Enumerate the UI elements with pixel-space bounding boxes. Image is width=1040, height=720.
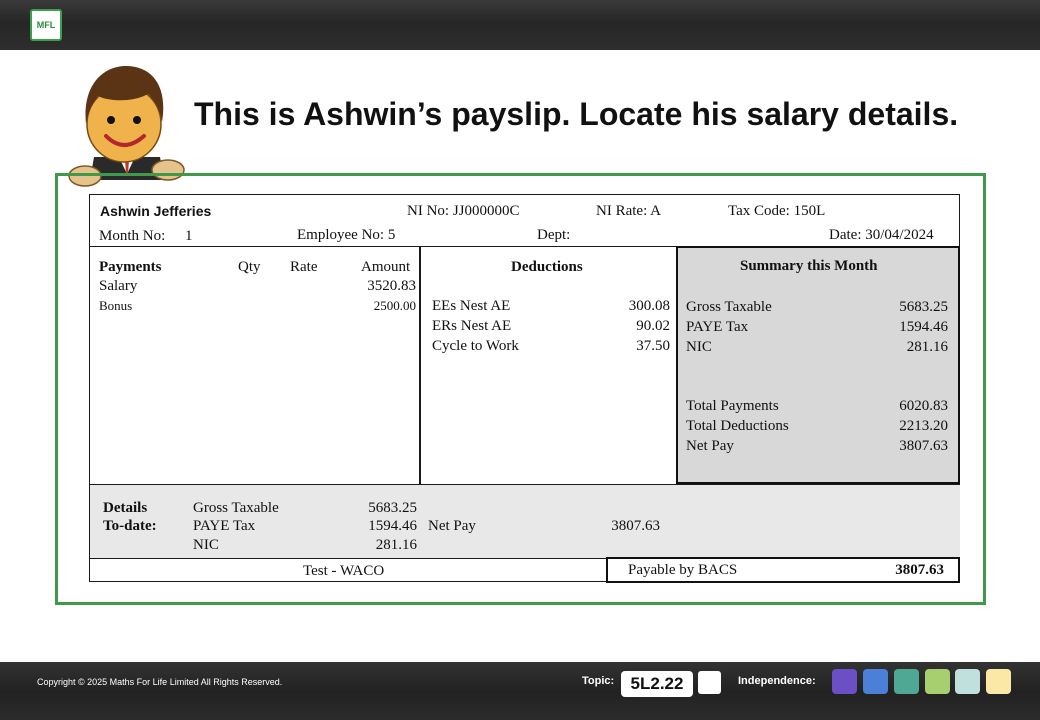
- summary-header: Summary this Month: [740, 258, 878, 274]
- mfl-logo: MFL: [30, 9, 62, 41]
- summary-this-month: Summary this Month Gross Taxable 5683.25…: [676, 246, 960, 484]
- independence-level-6: [986, 669, 1011, 694]
- details-to-date: Details To-date: Gross Taxable 5683.25 P…: [90, 484, 960, 558]
- to-date-label: To-date:: [103, 518, 157, 534]
- payment-item-label: Salary: [99, 278, 138, 294]
- ytd-item-amount: 281.16: [375, 537, 417, 553]
- summary-item-label: PAYE Tax: [686, 319, 749, 335]
- independence-level-4: [925, 669, 950, 694]
- page-headline: This is Ashwin’s payslip. Locate his sal…: [194, 96, 959, 132]
- independence-level-5: [955, 669, 980, 694]
- summary-item-amount: 281.16: [906, 339, 948, 355]
- dept-label: Dept:: [537, 227, 571, 243]
- independence-label: Independence:: [738, 675, 816, 687]
- summary-item-amount: 1594.46: [899, 319, 948, 335]
- payslip: Ashwin Jefferies NI No: JJ000000C NI Rat…: [89, 194, 960, 583]
- month-no-value: 1: [185, 228, 193, 244]
- deduction-item-amount: 90.02: [636, 318, 670, 334]
- payable-amount: 3807.63: [895, 562, 944, 578]
- employee-number: Employee No: 5: [297, 227, 396, 243]
- top-bar: MFL: [0, 0, 1040, 50]
- ytd-item-label: PAYE Tax: [193, 518, 256, 534]
- deduction-item-label: Cycle to Work: [432, 338, 519, 354]
- ytd-item-label: Gross Taxable: [193, 500, 279, 516]
- payable-by-bacs-box: Payable by BACS 3807.63: [606, 557, 960, 583]
- independence-level-3: [894, 669, 919, 694]
- net-pay-amount: 3807.63: [899, 438, 948, 454]
- details-label: Details: [103, 500, 148, 516]
- independence-level-2: [863, 669, 888, 694]
- summary-item-label: NIC: [686, 339, 712, 355]
- ni-rate: NI Rate: A: [596, 203, 661, 219]
- summary-item-amount: 5683.25: [899, 299, 948, 315]
- ytd-net-pay-label: Net Pay: [428, 518, 476, 534]
- ytd-net-pay-amount: 3807.63: [611, 518, 660, 534]
- rate-column-header: Rate: [290, 259, 318, 275]
- net-pay-label: Net Pay: [686, 438, 734, 454]
- ytd-item-label: NIC: [193, 537, 219, 553]
- topic-blank-box: [698, 671, 721, 694]
- ytd-item-amount: 5683.25: [368, 500, 417, 516]
- total-payments-label: Total Payments: [686, 398, 779, 414]
- tax-code: Tax Code: 150L: [728, 203, 826, 219]
- payment-item-amount: 3520.83: [367, 278, 416, 294]
- qty-column-header: Qty: [238, 259, 261, 275]
- ni-number: NI No: JJ000000C: [407, 203, 520, 219]
- amount-column-header: Amount: [361, 259, 411, 275]
- payment-item-amount: 2500.00: [373, 298, 416, 313]
- topic-label: Topic:: [582, 675, 615, 687]
- employee-name: Ashwin Jefferies: [90, 195, 230, 225]
- total-payments-amount: 6020.83: [899, 398, 948, 414]
- deduction-item-amount: 300.08: [628, 298, 670, 314]
- ytd-item-amount: 1594.46: [368, 518, 417, 534]
- payment-item-label: Bonus: [99, 298, 133, 313]
- month-no-label: Month No:: [99, 228, 166, 244]
- payments-header: Payments: [99, 259, 162, 275]
- employer-name: Test - WACO: [303, 563, 385, 579]
- payments-divider: [419, 246, 421, 484]
- summary-item-label: Gross Taxable: [686, 299, 772, 315]
- total-deductions-label: Total Deductions: [686, 418, 789, 434]
- deduction-item-label: EEs Nest AE: [432, 298, 511, 314]
- footer-bar: Copyright © 2025 Maths For Life Limited …: [0, 662, 1040, 720]
- deduction-item-amount: 37.50: [636, 338, 670, 354]
- copyright-notice: Copyright © 2025 Maths For Life Limited …: [37, 677, 283, 687]
- deductions-header: Deductions: [511, 259, 583, 275]
- total-deductions-amount: 2213.20: [899, 418, 948, 434]
- topic-code: 5L2.22: [621, 671, 693, 697]
- payable-label: Payable by BACS: [628, 562, 738, 578]
- deduction-item-label: ERs Nest AE: [432, 318, 512, 334]
- pay-date: Date: 30/04/2024: [829, 227, 934, 243]
- independence-level-1: [832, 669, 857, 694]
